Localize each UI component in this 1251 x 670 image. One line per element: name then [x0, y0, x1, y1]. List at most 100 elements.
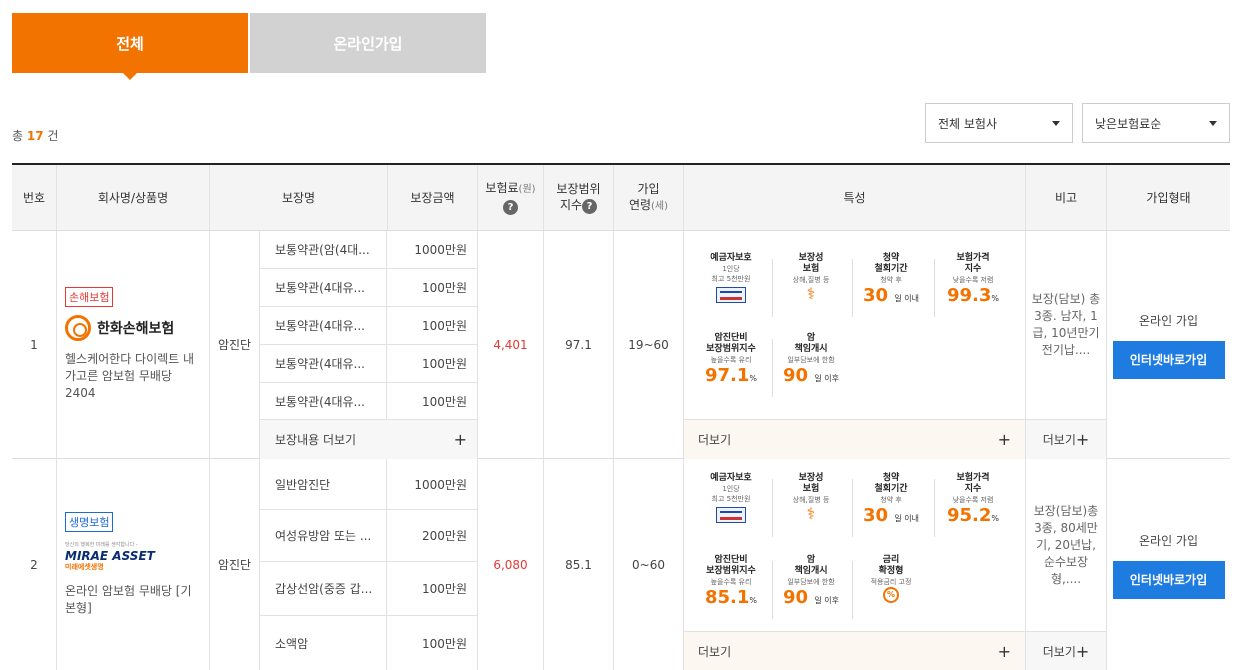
coverage-name: 보통약관(4대유...: [260, 269, 388, 306]
coverage-name: 일반암진단: [260, 459, 388, 509]
question-icon[interactable]: ?: [582, 199, 598, 214]
note-more-button[interactable]: 더보기 +: [1026, 631, 1107, 670]
feature-sub: 청약 후: [880, 496, 902, 504]
header-range-index: 보장범위 지수?: [544, 165, 614, 230]
features-more-button[interactable]: 더보기 +: [684, 631, 1026, 670]
join-type-label: 온라인 가입: [1138, 313, 1198, 328]
feature-cancer-index: 암진단비 보장범위지수 높을수록 유리 97.1%: [696, 333, 766, 390]
coverage-item: 보통약관(4대유... 100만원: [260, 307, 478, 345]
internet-join-button[interactable]: 인터넷바로가입: [1112, 340, 1225, 379]
header-company: 회사명/상품명: [57, 165, 210, 230]
feature-title: 암: [806, 333, 816, 343]
coverage-item: 보통약관(암(4대... 1000만원: [260, 231, 478, 269]
range-index-value: 97.1: [544, 231, 614, 458]
plus-icon: +: [1075, 642, 1090, 661]
feature-withdraw: 청약 철회기간 청약 후 30 일 이내: [856, 253, 926, 310]
header-premium-label: 보험료: [485, 181, 519, 195]
feature-sub: 1인당: [722, 265, 740, 273]
product-name: 헬스케어한다 다이렉트 내가고른 암보험 무배당 2404: [65, 352, 195, 400]
count-suffix: 건: [47, 129, 59, 143]
feature-title: 예금자보호: [710, 253, 752, 263]
divider: [772, 479, 773, 537]
feature-unit: %: [991, 294, 1000, 303]
divider: [934, 259, 935, 317]
sort-select[interactable]: 낮은보험료순: [1082, 103, 1230, 143]
feature-unit: 일 이내: [894, 294, 919, 303]
feature-sub: 1인당: [722, 485, 740, 493]
tab-all[interactable]: 전체: [12, 13, 248, 80]
header-range-line2: 지수: [559, 198, 583, 212]
caret-down-icon: [1052, 121, 1060, 126]
feature-sub: 최고 5천만원: [711, 275, 751, 283]
feature-title: 금리: [882, 555, 900, 565]
feature-title: 확정형: [878, 566, 904, 576]
feature-value: 97.1: [704, 365, 750, 386]
company-logo-text: MIRAE ASSET: [65, 549, 155, 563]
plus-icon: +: [453, 430, 467, 449]
header-join-type: 가입형태: [1146, 190, 1191, 205]
features-more-button[interactable]: 더보기 +: [684, 419, 1026, 459]
company-logo-sub: 미래에셋생명: [65, 563, 104, 571]
feature-title: 청약: [882, 473, 900, 483]
deposit-protection-icon: [716, 287, 746, 303]
feature-title: 보험: [802, 264, 820, 274]
product-table: 번호 회사명/상품명 보장명 보장금액 보험료(원) ? 보장범위 지수? 가입…: [12, 163, 1230, 670]
header-age-line1: 가입: [637, 181, 660, 196]
coverage-amount: 100만원: [422, 582, 467, 596]
note-more-label: 더보기: [1042, 433, 1076, 447]
feature-value: 90: [783, 587, 809, 608]
header-coverage-name: 보장명: [210, 165, 388, 230]
tab-online-label: 온라인가입: [333, 34, 403, 53]
internet-join-button[interactable]: 인터넷바로가입: [1112, 560, 1225, 599]
row-no: 1: [12, 231, 57, 458]
feature-deposit: 예금자보호 1인당 최고 5천만원: [696, 473, 766, 525]
coverage-amount: 100만원: [422, 637, 467, 651]
sort-select-value: 낮은보험료순: [1095, 116, 1162, 131]
feature-sub: 적용금리 고정: [870, 578, 912, 586]
feature-value: 99.3: [946, 285, 992, 306]
feature-value: 90: [783, 365, 809, 386]
feature-sub: 일부담보에 한함: [787, 578, 835, 586]
divider: [772, 259, 773, 317]
product-name: 온라인 암보험 무배당 [기본형]: [65, 584, 192, 615]
divider: [772, 339, 773, 397]
coverage-amount: 100만원: [422, 357, 467, 371]
feature-title: 책임개시: [794, 344, 828, 354]
feature-value: 30: [863, 505, 889, 526]
coverage-name: 여성유방암 또는 ...: [260, 510, 388, 561]
coverage-name: 보통약관(4대유...: [260, 345, 388, 382]
feature-title: 암진단비: [714, 333, 748, 343]
insurer-select[interactable]: 전체 보험사: [925, 103, 1073, 143]
premium-value: 4,401: [478, 231, 544, 458]
coverage-amount: 200만원: [422, 529, 467, 543]
header-features: 특성: [684, 165, 1026, 230]
note-more-button[interactable]: 더보기 +: [1026, 419, 1107, 459]
coverage-item: 보통약관(4대유... 100만원: [260, 345, 478, 383]
company-cell[interactable]: 생명보험 당신의 행복한 미래를 생각합니다 - MIRAE ASSET 미래에…: [57, 459, 210, 670]
feature-title: 보험: [802, 484, 820, 494]
question-icon[interactable]: ?: [503, 200, 518, 215]
feature-deposit: 예금자보호 1인당 최고 5천만원: [696, 253, 766, 305]
company-cell[interactable]: 손해보험 한화손해보험 헬스케어한다 다이렉트 내가고른 암보험 무배당 240…: [57, 231, 210, 458]
feature-value: 30: [863, 285, 889, 306]
tab-online[interactable]: 온라인가입: [250, 13, 486, 73]
company-logo: 한화손해보험: [65, 315, 174, 341]
divider: [852, 561, 853, 619]
header-age-unit: (세): [651, 200, 669, 212]
coverage-name: 보통약관(4대유...: [260, 307, 388, 344]
features-more-label: 더보기: [698, 433, 732, 447]
coverage-name: 보통약관(4대유...: [260, 383, 388, 419]
header-age: 가입 연령(세): [614, 165, 684, 230]
header-range-line1: 보장범위: [556, 182, 601, 196]
feature-title: 예금자보호: [710, 473, 752, 483]
feature-title: 보험가격: [956, 473, 990, 483]
more-coverage-button[interactable]: 보장내용 더보기 +: [260, 420, 478, 459]
feature-title: 책임개시: [794, 566, 828, 576]
note-text: 보장(담보)총3종, 80세만기, 20년납, 순수보장형,....: [1026, 459, 1107, 631]
count-value: 17: [26, 129, 44, 143]
feature-title: 보장범위지수: [706, 344, 756, 354]
percent-icon: %: [883, 587, 899, 603]
coverage-amount: 100만원: [422, 319, 467, 333]
feature-title: 암진단비: [714, 555, 748, 565]
age-range-value: 0~60: [614, 459, 684, 670]
